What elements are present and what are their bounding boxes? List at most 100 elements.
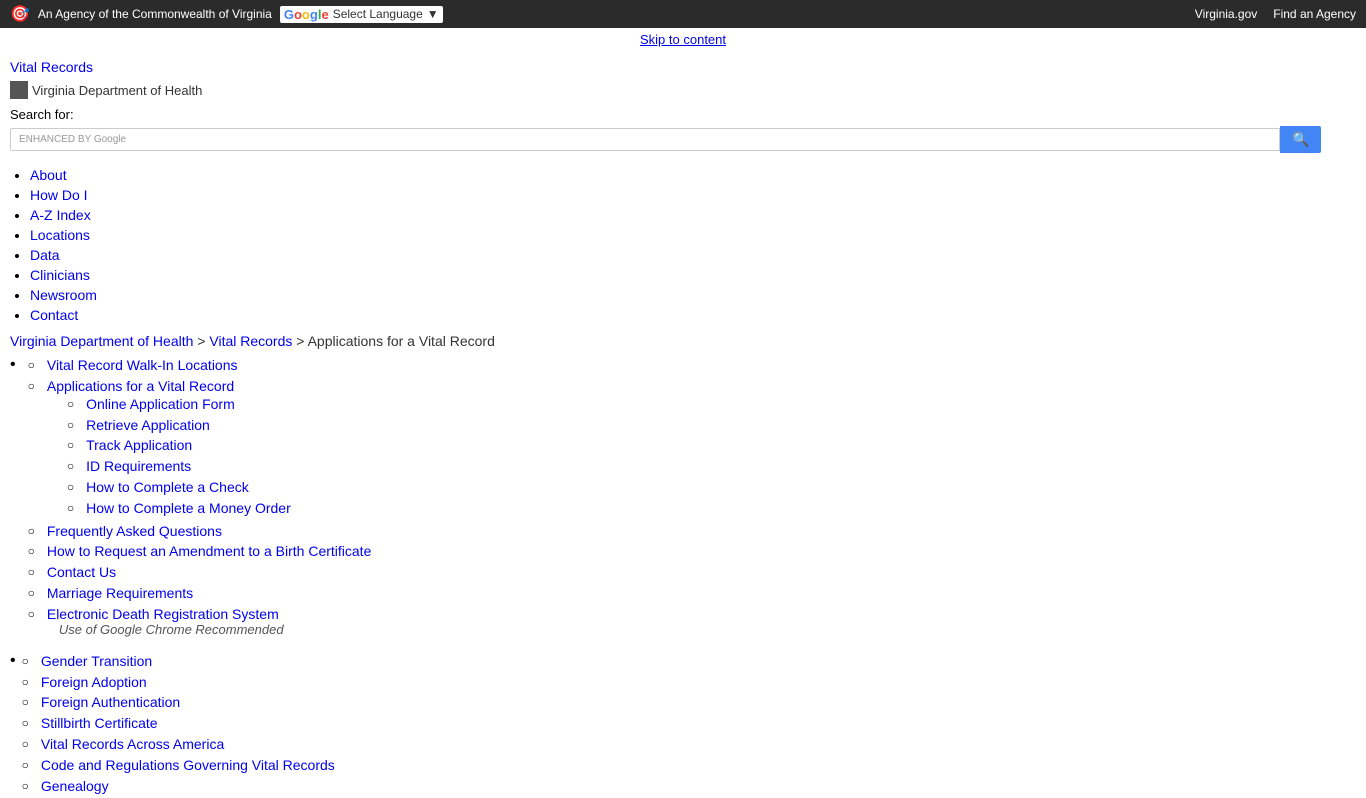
sub-item-faq: Frequently Asked Questions bbox=[28, 521, 372, 542]
vital-records-link[interactable]: Vital Records bbox=[10, 59, 93, 75]
nav-link-how-do-i[interactable]: How Do I bbox=[30, 187, 88, 203]
nav-item-contact: Contact bbox=[30, 305, 1356, 325]
content-sub-list-2: Gender Transition Foreign Adoption Forei… bbox=[22, 651, 335, 797]
link-code-regulations[interactable]: Code and Regulations Governing Vital Rec… bbox=[41, 757, 335, 773]
google-g-icon: Google bbox=[284, 7, 329, 22]
nav-link-about[interactable]: About bbox=[30, 167, 67, 183]
sub-sub-item-track: Track Application bbox=[67, 435, 291, 456]
va-agency-icon: 🎯 bbox=[10, 4, 30, 24]
link-stillbirth-certificate[interactable]: Stillbirth Certificate bbox=[41, 715, 158, 731]
search-area: Search for: ENHANCED BY Google 🔍 bbox=[0, 103, 1366, 161]
nav-item-newsroom: Newsroom bbox=[30, 285, 1356, 305]
search-label: Search for: bbox=[10, 107, 1356, 122]
top-bar-left: 🎯 An Agency of the Commonwealth of Virgi… bbox=[10, 4, 443, 24]
sub-item-applications: Applications for a Vital Record Online A… bbox=[28, 376, 372, 521]
google-translate-widget[interactable]: Google Select Language ▼ bbox=[280, 6, 443, 23]
search-form: ENHANCED BY Google 🔍 bbox=[10, 126, 1356, 153]
link-retrieve-application[interactable]: Retrieve Application bbox=[86, 417, 210, 433]
sub-item-stillbirth: Stillbirth Certificate bbox=[22, 713, 335, 734]
skip-link-container: Skip to content bbox=[0, 28, 1366, 51]
sub-sub-item-money-order: How to Complete a Money Order bbox=[67, 498, 291, 519]
nav-link-locations[interactable]: Locations bbox=[30, 227, 90, 243]
link-walk-in-locations[interactable]: Vital Record Walk-In Locations bbox=[47, 357, 238, 373]
sub-item-contact-us: Contact Us bbox=[28, 562, 372, 583]
link-complete-money-order[interactable]: How to Complete a Money Order bbox=[86, 500, 291, 516]
sub-item-amendment: How to Request an Amendment to a Birth C… bbox=[28, 541, 372, 562]
sub-item-edrs: Electronic Death Registration System Use… bbox=[28, 604, 372, 639]
breadcrumb-separator-1: > bbox=[197, 333, 209, 349]
top-bar-right: Virginia.gov Find an Agency bbox=[1195, 7, 1356, 21]
content-nav-section-2-bullet: Gender Transition Foreign Adoption Forei… bbox=[10, 649, 1356, 798]
link-foreign-authentication[interactable]: Foreign Authentication bbox=[41, 694, 180, 710]
select-language-label: Select Language bbox=[333, 7, 423, 21]
vdh-logo: Virginia Department of Health bbox=[10, 81, 202, 99]
translate-dropdown-icon: ▼ bbox=[427, 7, 439, 21]
search-icon: 🔍 bbox=[1292, 131, 1309, 147]
content-nav: Vital Record Walk-In Locations Applicati… bbox=[0, 353, 1366, 798]
vdh-logo-icon bbox=[10, 81, 28, 99]
sub-item-vital-records-america: Vital Records Across America bbox=[22, 734, 335, 755]
search-input[interactable] bbox=[132, 132, 1271, 147]
vdh-logo-text: Virginia Department of Health bbox=[32, 83, 202, 98]
content-nav-section-1-items: Vital Record Walk-In Locations Applicati… bbox=[28, 355, 372, 639]
nav-link-clinicians[interactable]: Clinicians bbox=[30, 267, 90, 283]
skip-to-content-link[interactable]: Skip to content bbox=[0, 30, 1366, 49]
section-gap bbox=[10, 641, 1356, 649]
nav-link-contact[interactable]: Contact bbox=[30, 307, 78, 323]
breadcrumb-vital-records-link[interactable]: Vital Records bbox=[209, 333, 292, 349]
sub-item-marriage: Marriage Requirements bbox=[28, 583, 372, 604]
sub-item-foreign-adoption: Foreign Adoption bbox=[22, 672, 335, 693]
vital-records-title-area: Vital Records bbox=[0, 51, 1366, 77]
breadcrumb-vdh-link[interactable]: Virginia Department of Health bbox=[10, 333, 193, 349]
link-foreign-adoption[interactable]: Foreign Adoption bbox=[41, 674, 147, 690]
link-vital-records-america[interactable]: Vital Records Across America bbox=[41, 736, 224, 752]
search-input-wrapper: ENHANCED BY Google bbox=[10, 128, 1280, 151]
link-applications[interactable]: Applications for a Vital Record bbox=[47, 378, 234, 394]
link-online-application[interactable]: Online Application Form bbox=[86, 396, 235, 412]
link-id-requirements[interactable]: ID Requirements bbox=[86, 458, 191, 474]
content-sub-list-1: Vital Record Walk-In Locations Applicati… bbox=[28, 355, 372, 639]
nav-link-az-index[interactable]: A-Z Index bbox=[30, 207, 91, 223]
enhanced-by-google-label: ENHANCED BY Google bbox=[19, 134, 126, 145]
content-nav-section-2-outer: Gender Transition Foreign Adoption Forei… bbox=[10, 649, 1356, 798]
nav-item-az-index: A-Z Index bbox=[30, 205, 1356, 225]
link-track-application[interactable]: Track Application bbox=[86, 437, 192, 453]
main-nav: About How Do I A-Z Index Locations Data … bbox=[0, 161, 1366, 325]
content-nav-bullet: Vital Record Walk-In Locations Applicati… bbox=[10, 353, 1356, 641]
link-amendment[interactable]: How to Request an Amendment to a Birth C… bbox=[47, 543, 372, 559]
breadcrumb-separator-2: > bbox=[296, 333, 307, 349]
nav-item-about: About bbox=[30, 165, 1356, 185]
link-genealogy[interactable]: Genealogy bbox=[41, 778, 109, 794]
top-bar: 🎯 An Agency of the Commonwealth of Virgi… bbox=[0, 0, 1366, 28]
link-marriage-requirements[interactable]: Marriage Requirements bbox=[47, 585, 193, 601]
link-gender-transition[interactable]: Gender Transition bbox=[41, 653, 152, 669]
chrome-note: Use of Google Chrome Recommended bbox=[47, 622, 284, 637]
sub-sub-item-id: ID Requirements bbox=[67, 456, 291, 477]
applications-sub-list: Online Application Form Retrieve Applica… bbox=[47, 394, 291, 519]
virginia-gov-link[interactable]: Virginia.gov bbox=[1195, 7, 1257, 21]
breadcrumb: Virginia Department of Health > Vital Re… bbox=[0, 325, 1366, 353]
sub-sub-item-check: How to Complete a Check bbox=[67, 477, 291, 498]
nav-item-locations: Locations bbox=[30, 225, 1356, 245]
link-edrs[interactable]: Electronic Death Registration System bbox=[47, 606, 279, 622]
nav-link-data[interactable]: Data bbox=[30, 247, 60, 263]
content-nav-section-1: Vital Record Walk-In Locations Applicati… bbox=[10, 353, 1356, 641]
find-agency-link[interactable]: Find an Agency bbox=[1273, 7, 1356, 21]
nav-item-clinicians: Clinicians bbox=[30, 265, 1356, 285]
link-complete-check[interactable]: How to Complete a Check bbox=[86, 479, 249, 495]
breadcrumb-current: Applications for a Vital Record bbox=[308, 333, 495, 349]
main-nav-list: About How Do I A-Z Index Locations Data … bbox=[10, 161, 1356, 325]
sub-item-foreign-auth: Foreign Authentication bbox=[22, 692, 335, 713]
agency-text: An Agency of the Commonwealth of Virgini… bbox=[38, 7, 272, 21]
nav-item-how-do-i: How Do I bbox=[30, 185, 1356, 205]
search-button[interactable]: 🔍 bbox=[1280, 126, 1321, 153]
edrs-group: Electronic Death Registration System Use… bbox=[47, 606, 284, 637]
link-faq[interactable]: Frequently Asked Questions bbox=[47, 523, 222, 539]
link-contact-us[interactable]: Contact Us bbox=[47, 564, 116, 580]
sub-item-gender: Gender Transition bbox=[22, 651, 335, 672]
nav-link-newsroom[interactable]: Newsroom bbox=[30, 287, 97, 303]
nav-item-data: Data bbox=[30, 245, 1356, 265]
sub-sub-item-retrieve: Retrieve Application bbox=[67, 415, 291, 436]
sub-item-walk-in: Vital Record Walk-In Locations bbox=[28, 355, 372, 376]
sub-item-code-regs: Code and Regulations Governing Vital Rec… bbox=[22, 755, 335, 776]
